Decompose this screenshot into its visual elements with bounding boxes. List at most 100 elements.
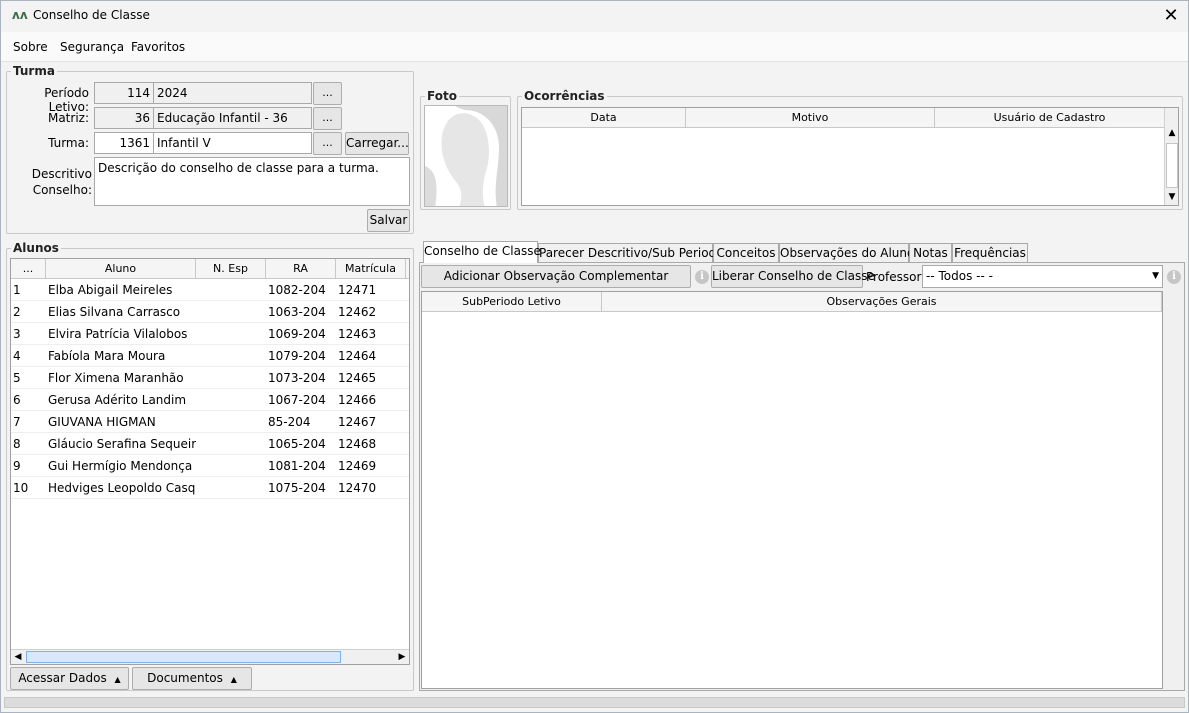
table-row[interactable]: 6 Gerusa Adérito Landim 1067-204 12466 <box>11 389 409 411</box>
cell-nesp <box>196 389 266 411</box>
cell-nesp <box>196 301 266 323</box>
column-header-observacoes-gerais[interactable]: Observações Gerais <box>602 292 1162 312</box>
periodo-label: Período Letivo: <box>44 86 89 114</box>
student-photo <box>424 105 508 207</box>
cell-ra: 1079-204 <box>268 349 326 363</box>
professor-select[interactable]: -- Todos -- - ▼ <box>922 265 1163 288</box>
table-row[interactable]: 1 Elba Abigail Meireles 1082-204 12471 <box>11 279 409 301</box>
column-header-nesp[interactable]: N. Esp <box>196 259 266 279</box>
cell-nesp <box>196 279 266 301</box>
cell-aluno: Elba Abigail Meireles <box>48 283 173 297</box>
table-row[interactable]: 7 GIUVANA HIGMAN 85-204 12467 <box>11 411 409 433</box>
cell-ra: 1067-204 <box>268 393 326 407</box>
column-header-aluno[interactable]: Aluno <box>46 259 196 279</box>
ocorrencias-legend: Ocorrências <box>524 89 605 103</box>
cell-ra: 1081-204 <box>268 459 326 473</box>
tab-conceitos[interactable]: Conceitos <box>713 243 779 263</box>
cell-matricula: 12470 <box>338 481 377 495</box>
turma-label: Turma: <box>48 136 89 150</box>
alunos-hscroll-thumb[interactable] <box>26 651 341 663</box>
info-icon[interactable]: i <box>695 270 709 284</box>
turma-legend: Turma <box>13 64 55 78</box>
table-row[interactable]: 8 Gláucio Serafina Sequeira 1065-204 12468 <box>11 433 409 455</box>
adicionar-observacao-button[interactable]: Adicionar Observação Complementar <box>421 265 691 288</box>
scroll-down-arrow-icon[interactable]: ▼ <box>1165 192 1178 202</box>
turma-code-field[interactable]: 1361 <box>94 132 154 154</box>
descritivo-textarea[interactable]: Descrição do conselho de classe para a t… <box>94 157 410 206</box>
info-icon[interactable]: i <box>1167 270 1181 284</box>
acessar-dados-button[interactable]: Acessar Dados ▲ <box>10 667 129 690</box>
cell-index: 4 <box>13 349 21 363</box>
app-logo-icon: ʌʌ <box>12 8 28 22</box>
cell-aluno: GIUVANA HIGMAN <box>48 415 156 429</box>
cell-matricula: 12467 <box>338 415 377 429</box>
matriz-label: Matriz: <box>47 111 89 125</box>
alunos-rows: 1 Elba Abigail Meireles 1082-204 12471 2 Elia… <box>11 279 409 499</box>
cell-matricula: 12466 <box>338 393 377 407</box>
salvar-button[interactable]: Salvar <box>367 209 410 232</box>
ocorrencias-vscrollbar[interactable]: ▲ ▼ <box>1164 108 1178 205</box>
cell-aluno: Gui Hermígio Mendonça <box>48 459 193 473</box>
column-header-ra[interactable]: RA <box>266 259 336 279</box>
cell-ra: 1065-204 <box>268 437 326 451</box>
menu-sobre[interactable]: Sobre <box>13 40 48 54</box>
cell-matricula: 12465 <box>338 371 377 385</box>
table-row[interactable]: 2 Elias Silvana Carrasco 1063-204 12462 <box>11 301 409 323</box>
column-header-motivo[interactable]: Motivo <box>686 108 935 128</box>
cell-ra: 1069-204 <box>268 327 326 341</box>
descritivo-label-line1: Descritivo <box>31 167 92 181</box>
menu-seguranca[interactable]: Segurança <box>60 40 124 54</box>
cell-aluno: Gerusa Adérito Landim <box>48 393 187 407</box>
table-row[interactable]: 4 Fabíola Mara Moura 1079-204 12464 <box>11 345 409 367</box>
menu-favoritos[interactable]: Favoritos <box>131 40 185 54</box>
column-header-data[interactable]: Data <box>522 108 686 128</box>
scroll-left-arrow-icon[interactable]: ◀ <box>13 652 23 662</box>
tab-conselho-de-classe[interactable]: Conselho de Classe <box>423 241 541 263</box>
cell-matricula: 12462 <box>338 305 377 319</box>
scroll-up-arrow-icon[interactable]: ▲ <box>1165 128 1178 138</box>
observacoes-grid: SubPeriodo Letivo Observações Gerais <box>421 291 1163 689</box>
table-row[interactable]: 3 Elvira Patrícia Vilalobos 1069-204 12463 <box>11 323 409 345</box>
carregar-button[interactable]: Carregar... <box>345 132 409 155</box>
cell-nesp <box>196 477 266 499</box>
periodo-search-button[interactable]: ... <box>313 82 342 105</box>
cell-index: 1 <box>13 283 21 297</box>
cell-matricula: 12468 <box>338 437 377 451</box>
cell-aluno: Fabíola Mara Moura <box>48 349 166 363</box>
column-header-matricula[interactable]: Matrícula <box>336 259 406 279</box>
cell-index: 9 <box>13 459 21 473</box>
turma-name-field: Infantil V <box>153 132 312 154</box>
cell-index: 5 <box>13 371 21 385</box>
periodo-name-field: 2024 <box>153 82 312 104</box>
tab-frequencias[interactable]: Frequências <box>952 243 1028 263</box>
cell-index: 3 <box>13 327 21 341</box>
tab-notas[interactable]: Notas <box>909 243 952 263</box>
alunos-hscrollbar[interactable]: ◀ ▶ <box>11 649 409 664</box>
column-header-index[interactable]: ... <box>11 259 46 279</box>
cell-matricula: 12469 <box>338 459 377 473</box>
tab-observacoes-do-aluno[interactable]: Observações do Aluno <box>779 243 914 263</box>
cell-aluno: Flor Ximena Maranhão <box>48 371 184 385</box>
column-header-usuario-cadastro[interactable]: Usuário de Cadastro <box>935 108 1165 128</box>
documentos-button[interactable]: Documentos ▲ <box>132 667 252 690</box>
cell-aluno: Gláucio Serafina Sequeira <box>48 437 196 451</box>
matriz-code-field: 36 <box>94 107 154 129</box>
liberar-conselho-button[interactable]: Liberar Conselho de Classe <box>711 265 875 288</box>
scroll-right-arrow-icon[interactable]: ▶ <box>397 652 407 662</box>
close-button[interactable]: ✕ <box>1156 2 1186 30</box>
tab-parecer-descritivo[interactable]: Parecer Descritivo/Sub Periodo <box>538 243 724 263</box>
table-row[interactable]: 5 Flor Ximena Maranhão 1073-204 12465 <box>11 367 409 389</box>
chevron-down-icon[interactable]: ▼ <box>1152 266 1159 287</box>
professor-selected-value: -- Todos -- - <box>926 269 993 283</box>
column-header-overflow <box>406 259 409 279</box>
table-row[interactable]: 9 Gui Hermígio Mendonça 1081-204 12469 <box>11 455 409 477</box>
cell-ra: 1073-204 <box>268 371 326 385</box>
ocorrencias-scroll-thumb[interactable] <box>1166 143 1178 188</box>
column-header-subperiodo[interactable]: SubPeriodo Letivo <box>422 292 602 312</box>
cell-nesp <box>196 411 266 433</box>
table-row[interactable]: 10 Hedviges Leopoldo Casqu... 1075-204 1247… <box>11 477 409 499</box>
cell-ra: 1063-204 <box>268 305 326 319</box>
cell-matricula: 12463 <box>338 327 377 341</box>
turma-search-button[interactable]: ... <box>313 132 342 155</box>
matriz-search-button[interactable]: ... <box>313 107 342 130</box>
